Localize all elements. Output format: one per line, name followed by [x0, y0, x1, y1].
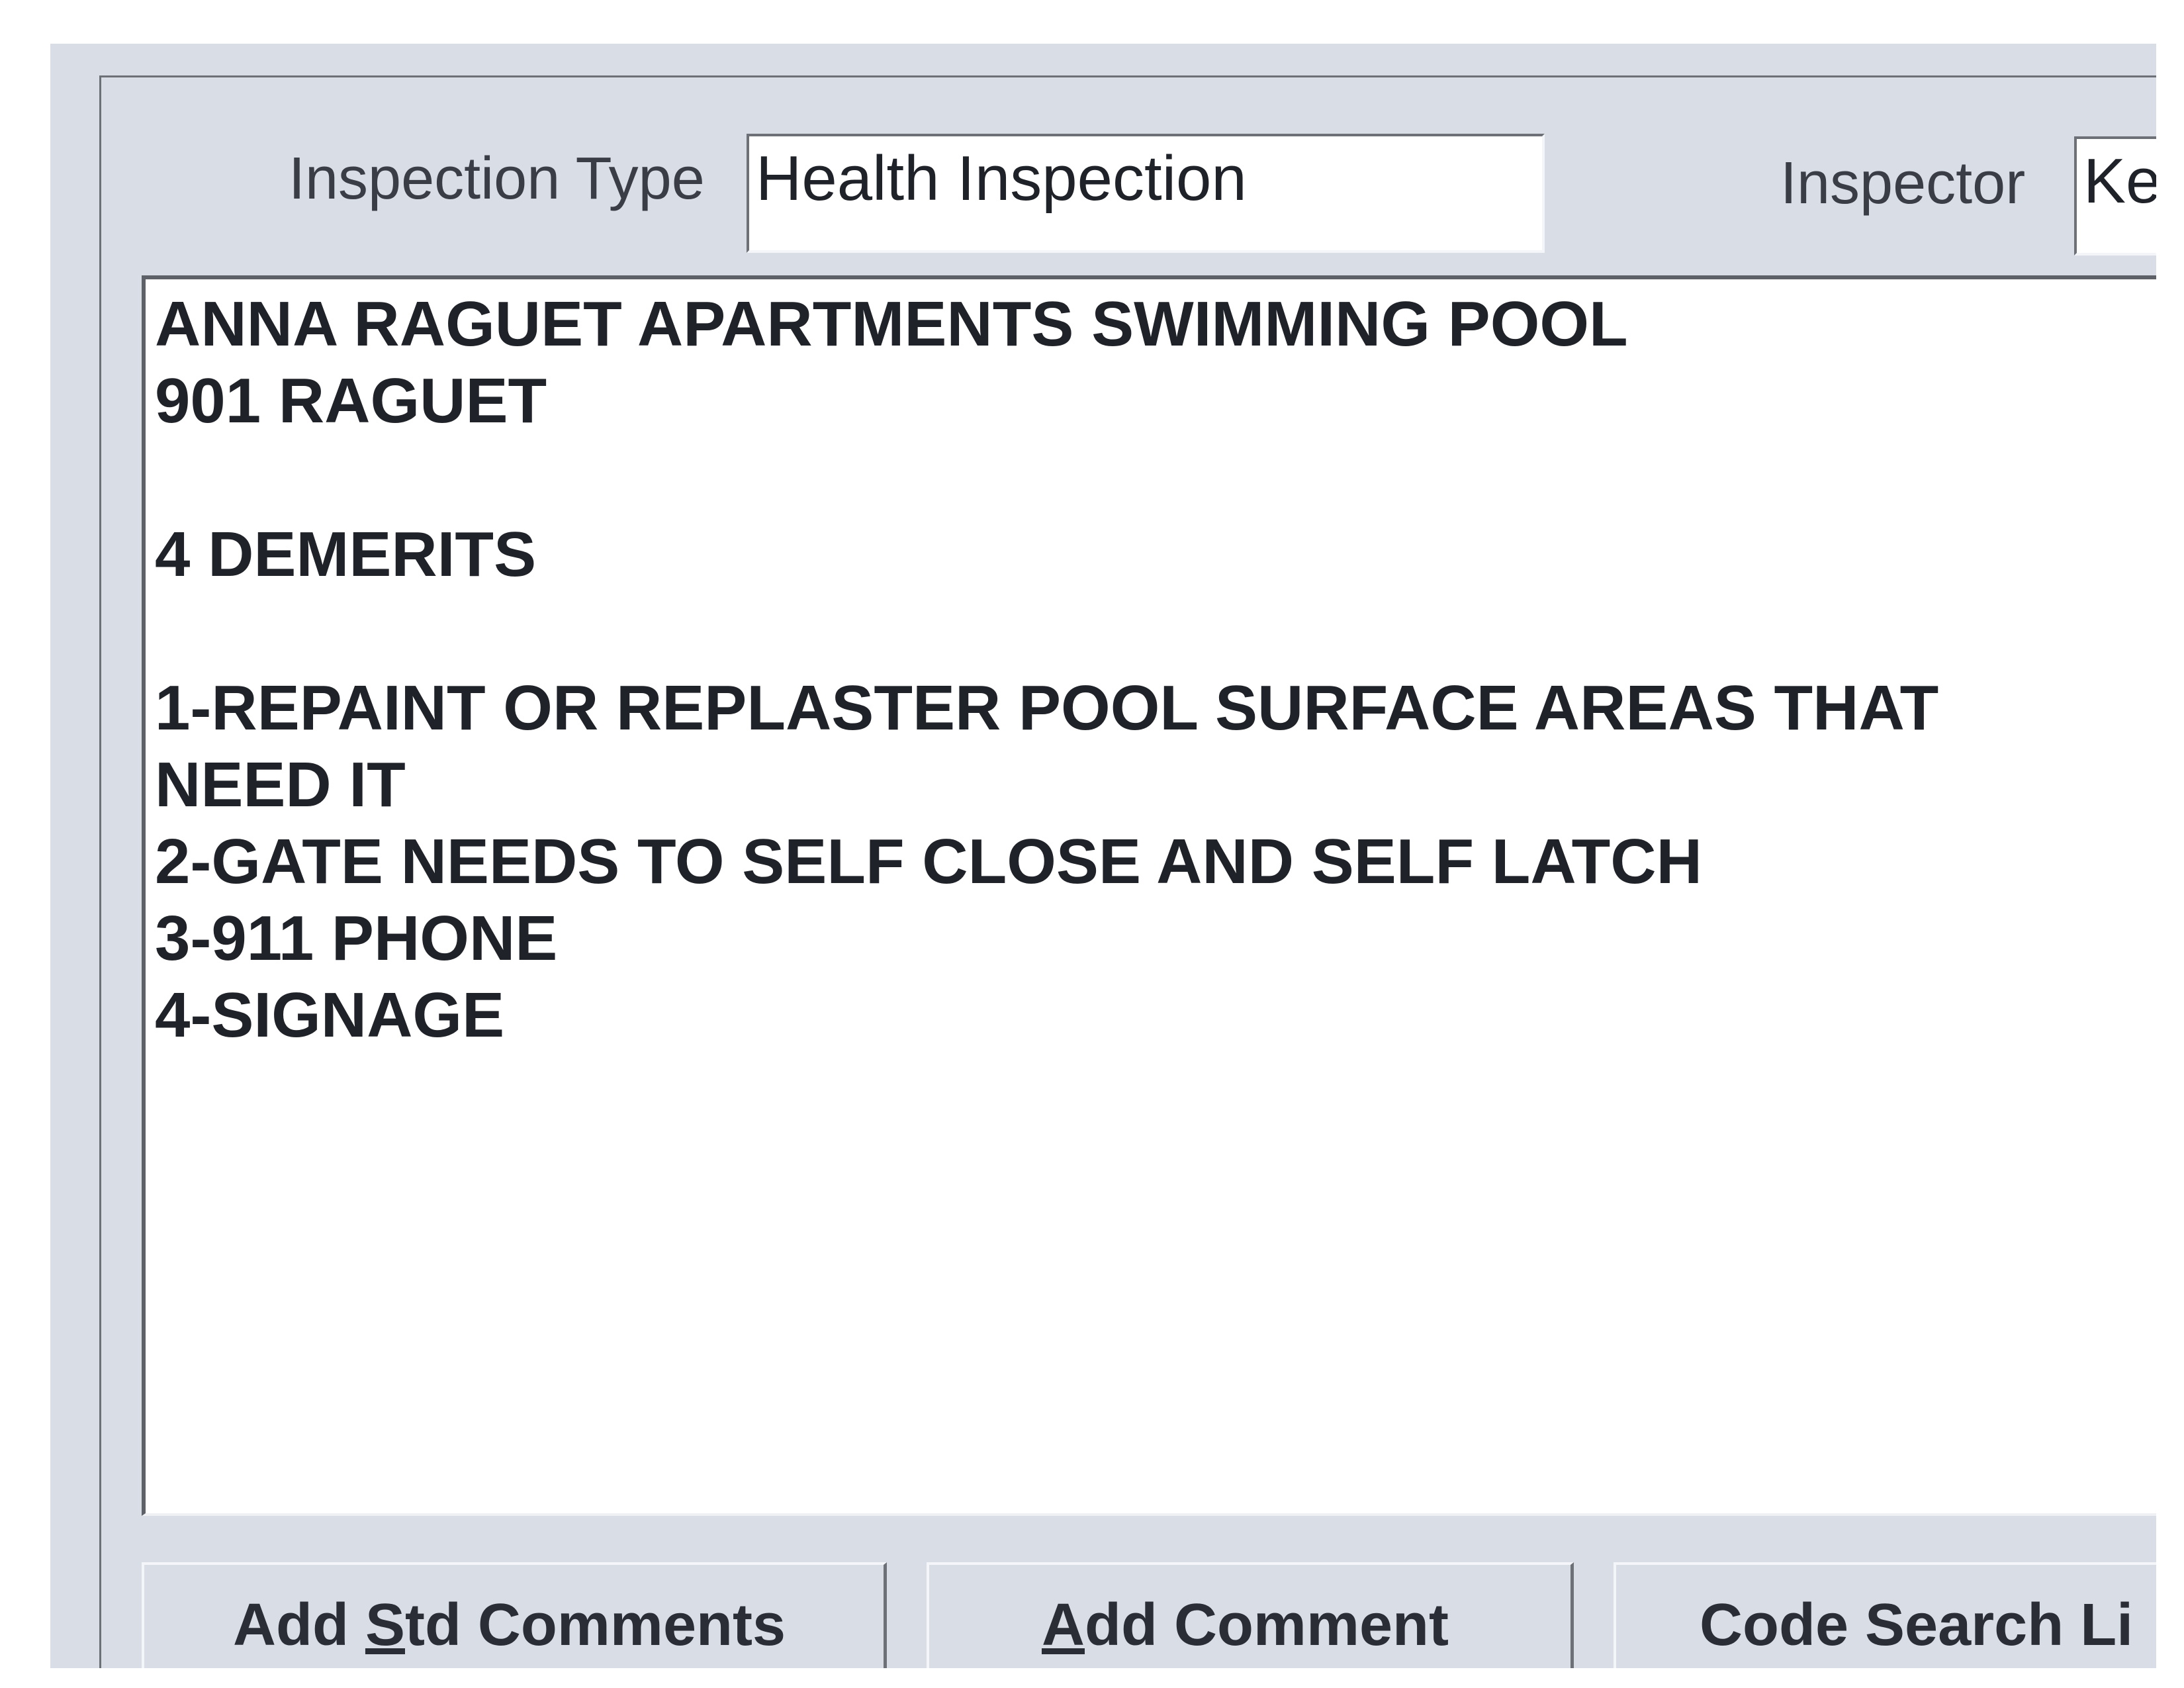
notes-line: ANNA RAGUET APARTMENTS SWIMMING POOL	[155, 289, 1628, 359]
add-comment-label: Add Comment	[1042, 1592, 1449, 1658]
code-search-button[interactable]: Code Search Li	[1614, 1562, 2156, 1668]
notes-line: 4-SIGNAGE	[155, 980, 505, 1051]
notes-line: 2-GATE NEEDS TO SELF CLOSE AND SELF LATC…	[155, 826, 1702, 897]
inspector-value: Ke	[2083, 146, 2156, 216]
add-comment-button[interactable]: Add Comment	[927, 1562, 1574, 1668]
notes-line: 4 DEMERITS	[155, 519, 537, 590]
inspection-type-value: Health Inspection	[756, 143, 1247, 214]
notes-line: 3-911 PHONE	[155, 903, 558, 974]
inspection-notes-textarea[interactable]: ANNA RAGUET APARTMENTS SWIMMING POOL 901…	[142, 275, 2156, 1516]
inspection-type-label: Inspection Type	[289, 146, 705, 212]
scanned-page: Inspection Type Health Inspection Inspec…	[0, 0, 2184, 1688]
inspector-label: Inspector	[1780, 150, 2026, 216]
inspector-field[interactable]: Ke	[2074, 136, 2156, 256]
notes-line: 901 RAGUET	[155, 365, 547, 436]
inspection-type-field[interactable]: Health Inspection	[747, 134, 1545, 253]
code-search-label: Code Search Li	[1700, 1592, 2134, 1658]
notes-line: 1-REPAINT OR REPLASTER POOL SURFACE AREA…	[155, 673, 1939, 743]
mnemonic-underline: S	[365, 1592, 405, 1658]
mnemonic-underline: A	[1042, 1592, 1085, 1658]
add-std-comments-label: Add Std Comments	[233, 1592, 786, 1658]
add-std-comments-button[interactable]: Add Std Comments	[142, 1562, 887, 1668]
notes-line: NEED IT	[155, 749, 406, 820]
